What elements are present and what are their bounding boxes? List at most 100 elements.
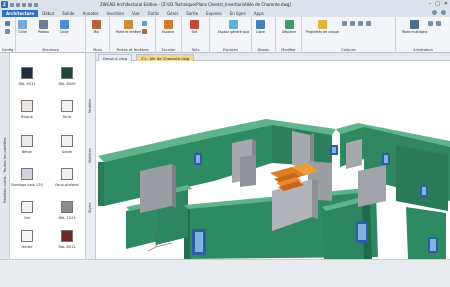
roof-icon: [190, 20, 199, 29]
layer-lock-icon[interactable]: [358, 21, 363, 26]
swatch-tile: [21, 168, 33, 180]
ribbon-tab-bar: Architecture Début Solide Annoter Insert…: [0, 9, 450, 17]
layer-state-icon[interactable]: [342, 21, 347, 26]
leader-icon[interactable]: [436, 21, 441, 26]
open-file-icon[interactable]: [16, 2, 20, 7]
wall-button[interactable]: Mur: [92, 20, 101, 34]
side-tab-modeles[interactable]: Modèles: [88, 99, 92, 113]
tab-architecture[interactable]: Architecture: [2, 10, 39, 17]
group-label-espaces: Espaces: [223, 48, 238, 52]
document-tab-bar: Dessin1.dwg Z:\...lée de Charente.dwg: [96, 53, 450, 61]
tab-en-ligne[interactable]: En ligne: [226, 10, 250, 17]
group-label-calques: Calques: [341, 48, 356, 52]
window-icon[interactable]: [142, 21, 147, 26]
ribbon-group-modifier: Déplacer Modifier: [276, 17, 302, 53]
layer-off-icon[interactable]: [366, 21, 371, 26]
opening-icon[interactable]: [142, 29, 147, 34]
space-button[interactable]: Espace généré tout: [218, 20, 249, 34]
doc-tab-allee-charente[interactable]: Z:\...lée de Charente.dwg: [136, 54, 195, 61]
ribbon-group-dessin: Ligne Dessin: [252, 17, 276, 53]
ribbon-group-annotation: Texte multiligne Annotation: [396, 17, 450, 53]
tab-insertion[interactable]: Insertion: [102, 10, 128, 17]
swatch-tile: [61, 67, 73, 79]
swatch-tile: [61, 100, 73, 112]
palette-side-tabs: Modèles Matières Styles: [86, 53, 96, 259]
ribbon-right-controls: [432, 10, 446, 15]
undo-icon[interactable]: [28, 2, 32, 7]
mtext-button[interactable]: Texte multiligne: [402, 20, 427, 34]
wall-icon: [92, 20, 101, 29]
column-button[interactable]: Poteau: [38, 20, 49, 34]
group-label-murs: Murs: [93, 48, 102, 52]
group-label-structure: Structure: [42, 48, 59, 52]
ribbon-group-espaces: Espace généré tout Espaces: [210, 17, 252, 53]
layer-properties-button[interactable]: Propriétés de calque: [306, 20, 339, 34]
status-bar: [0, 259, 450, 287]
line-button[interactable]: Ligne: [256, 20, 265, 34]
swatch-tile: [21, 67, 33, 79]
ribbon-group-toits: Toit Toits: [182, 17, 210, 53]
ribbon-group-escaliers: Escalier Escalier: [156, 17, 182, 53]
ribbon-group-config: Config: [0, 17, 16, 53]
stair-icon: [163, 20, 173, 29]
tab-annoter[interactable]: Annoter: [79, 10, 103, 17]
title-bar: Z ZWCAD Architectural Edition - [Z:\03 T…: [0, 0, 450, 9]
new-file-icon[interactable]: [10, 2, 14, 7]
tab-vue[interactable]: Vue: [128, 10, 143, 17]
space-icon: [229, 20, 239, 29]
tab-sortie[interactable]: Sortie: [182, 10, 202, 17]
layer-freeze-icon[interactable]: [350, 21, 355, 26]
swatch-tile: [61, 135, 73, 147]
dimension-icon[interactable]: [428, 21, 433, 26]
ribbon-group-calques: Propriétés de calque Calques: [302, 17, 396, 53]
grid-icon: [18, 20, 27, 29]
group-label-modifier: Modifier: [281, 48, 296, 52]
swatch-tile: [21, 201, 33, 213]
tab-outils[interactable]: Outils: [144, 10, 164, 17]
layer-icon: [317, 20, 327, 29]
swatch-tile: [61, 168, 73, 180]
swatch-tile: [21, 135, 33, 147]
side-tab-styles[interactable]: Styles: [88, 203, 92, 213]
options-icon[interactable]: [5, 29, 10, 34]
roof-button[interactable]: Toit: [190, 20, 199, 34]
config-icon[interactable]: [5, 21, 10, 26]
door-window-button[interactable]: Porte et fenêtre: [116, 20, 141, 34]
tab-apps[interactable]: Apps: [250, 10, 268, 17]
minimize-icon[interactable]: –: [429, 1, 432, 7]
tab-debut[interactable]: Début: [38, 10, 58, 17]
slab-button[interactable]: Dalle: [60, 20, 69, 34]
doc-tab-dessin1[interactable]: Dessin1.dwg: [98, 54, 133, 61]
app-window: Z ZWCAD Architectural Edition - [Z:\03 T…: [0, 0, 450, 287]
line-icon: [256, 20, 265, 29]
swatch-tile: [61, 201, 73, 213]
building-3d-model: [98, 119, 450, 259]
swatch-tile: [61, 230, 73, 242]
ribbon-group-structure: Grille Poteau Dalle Structure: [16, 17, 86, 53]
group-label-config: Config: [1, 48, 14, 52]
move-button[interactable]: Déplacer: [282, 20, 296, 34]
maximize-icon[interactable]: □: [435, 1, 440, 7]
tab-gerer[interactable]: Gérer: [163, 10, 182, 17]
tab-solide[interactable]: Solide: [58, 10, 78, 17]
save-icon[interactable]: [22, 2, 26, 7]
tool-palette: RAL 9011 RAL 6009 Brique Terre Béton Sab…: [10, 53, 86, 259]
swatch-tile: [21, 100, 33, 112]
ribbon-group-murs: Mur Murs: [86, 17, 110, 53]
grid-button[interactable]: Grille: [18, 20, 27, 34]
ribbon-minimize-icon[interactable]: [441, 10, 446, 15]
side-tab-matieres[interactable]: Matières: [88, 148, 92, 163]
app-logo-icon[interactable]: Z: [1, 1, 8, 8]
move-icon: [284, 20, 294, 29]
drawing-viewport[interactable]: [96, 61, 450, 259]
close-icon[interactable]: ✕: [444, 1, 448, 7]
swatch-tile: [21, 230, 33, 242]
redo-icon[interactable]: [34, 2, 38, 7]
group-label-dessin: Dessin: [257, 48, 270, 52]
group-label-annotation: Annotation: [413, 48, 433, 52]
help-icon[interactable]: [432, 10, 437, 15]
stair-button[interactable]: Escalier: [162, 20, 174, 34]
tab-express[interactable]: Express: [202, 10, 226, 17]
ribbon-panel: Config Grille Poteau Dalle Structure Mur…: [0, 17, 450, 53]
window-title: ZWCAD Architectural Edition - [Z:\03 Tec…: [100, 2, 291, 7]
